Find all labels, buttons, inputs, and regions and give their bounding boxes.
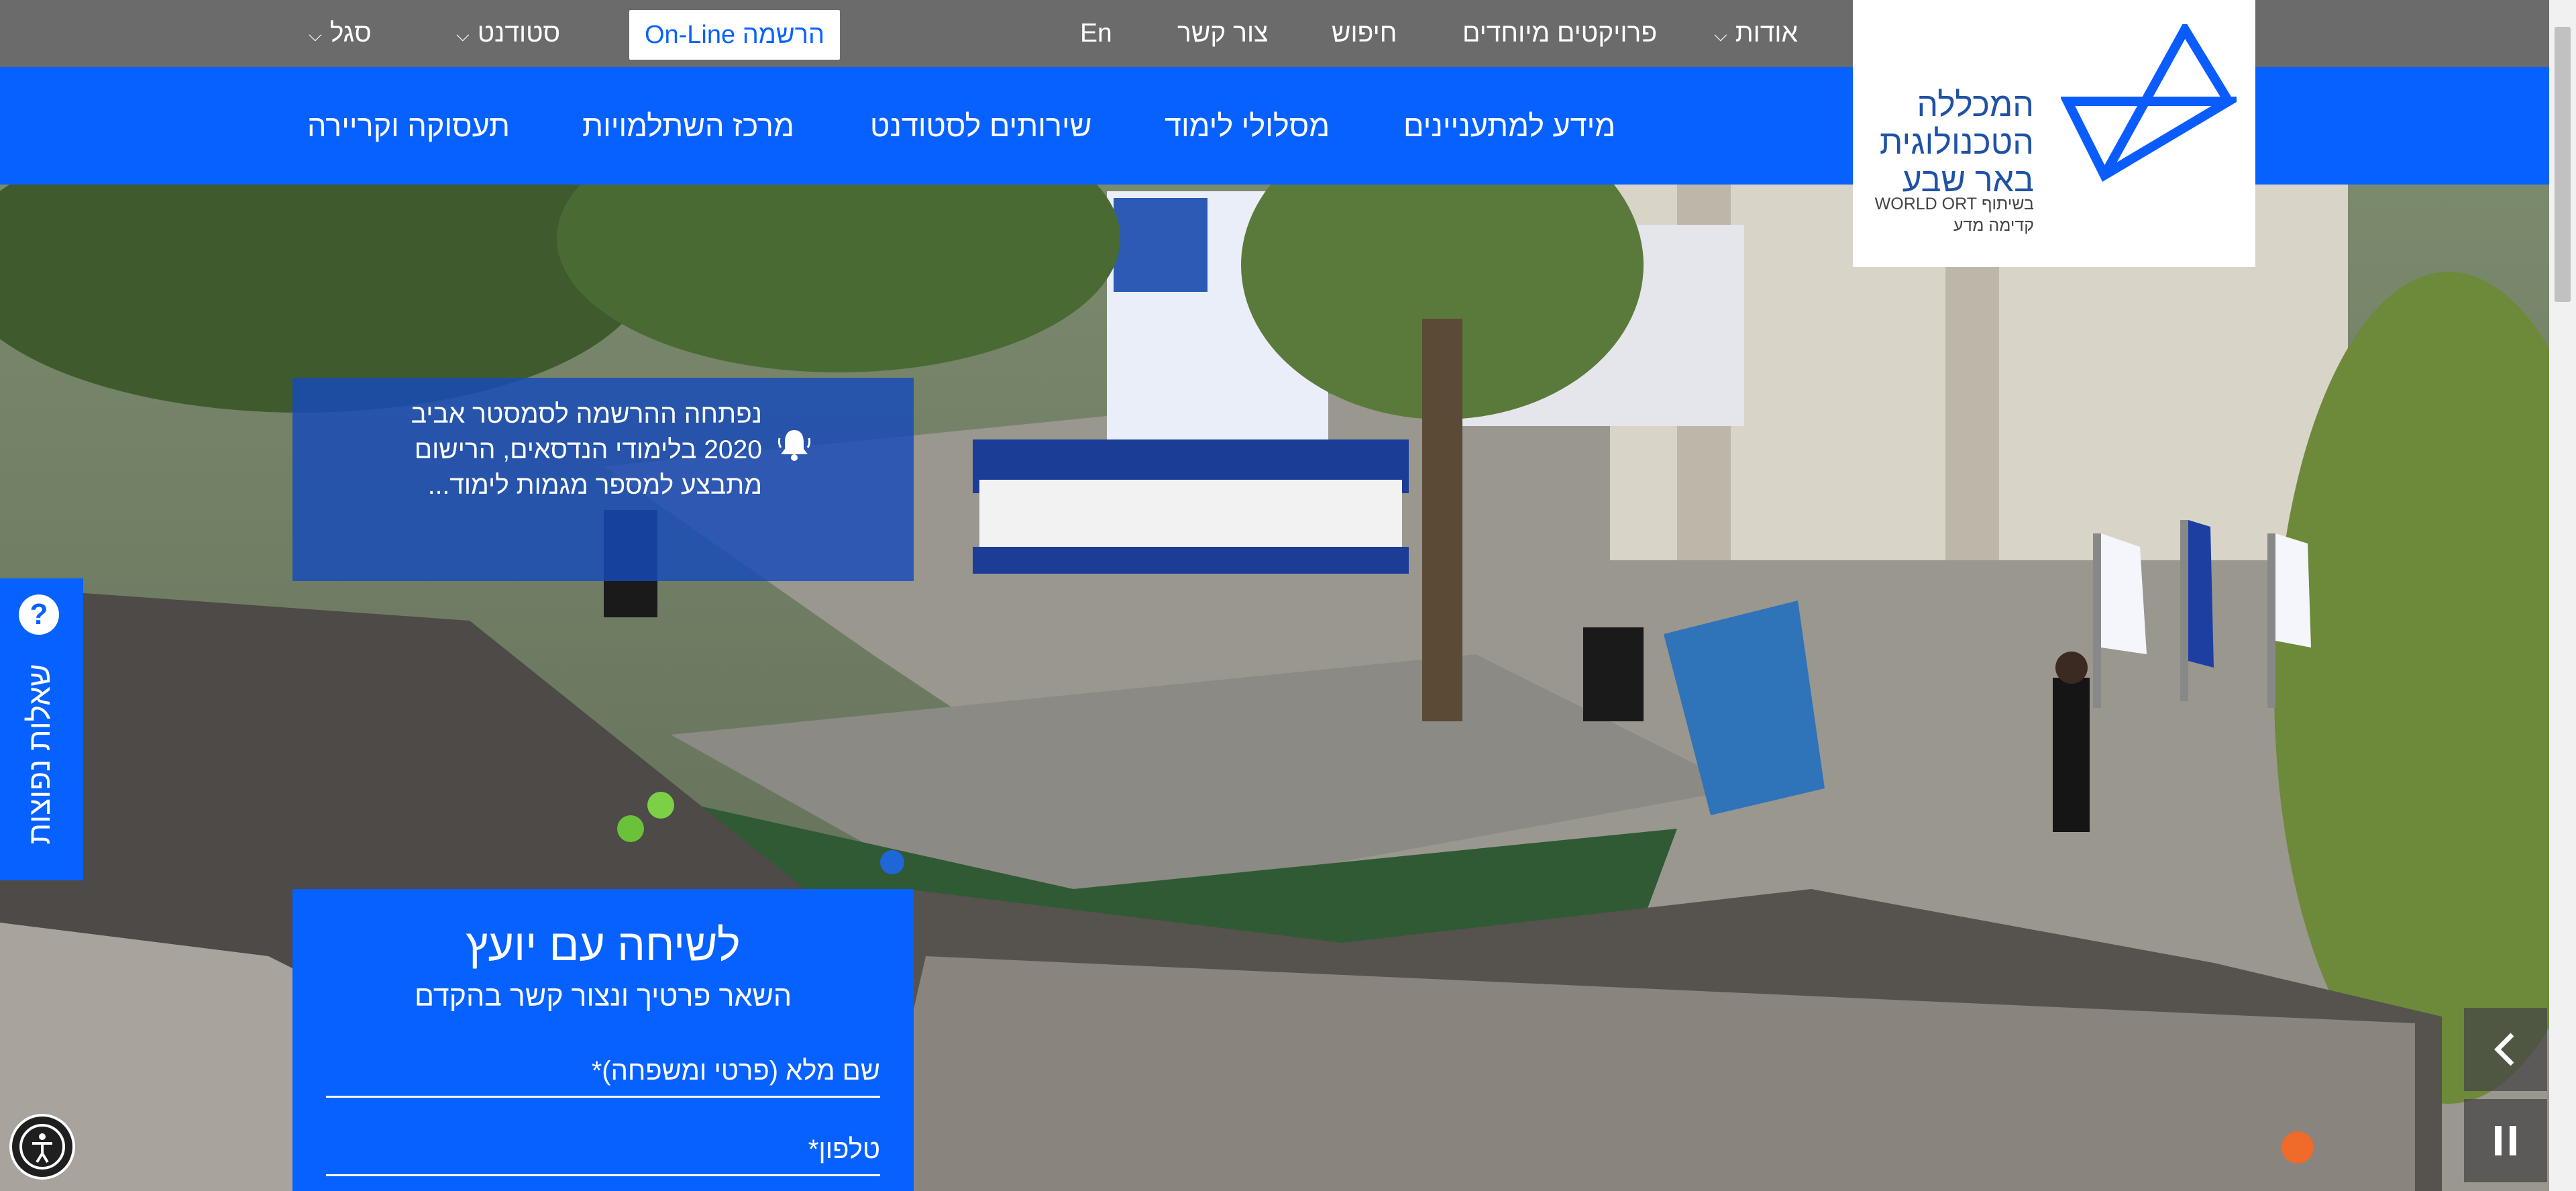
nav-study-tracks[interactable]: מסלולי לימוד <box>1165 67 1330 185</box>
accessibility-icon <box>19 1124 65 1170</box>
chevron-left-icon <box>2494 1033 2514 1066</box>
phone-field[interactable]: טלפון* <box>326 1132 880 1176</box>
topnav-student[interactable]: סטודנט ⌵ <box>456 0 560 67</box>
slider-pause-button[interactable] <box>2464 1099 2547 1182</box>
nav-training-center[interactable]: מרכז השתלמויות <box>582 67 794 185</box>
caret-down-icon: ⌵ <box>309 24 322 45</box>
announcement-box[interactable]: נפתחה ההרשמה לסמסטר אביב 2020 בלימודי הנ… <box>292 378 914 581</box>
faq-label: שאלות נפוצות <box>21 664 56 845</box>
topnav-english[interactable]: En <box>1080 0 1112 67</box>
topnav-student-label: סטודנט <box>477 19 561 48</box>
nav-prospective[interactable]: מידע למתעניינים <box>1403 67 1615 185</box>
topnav-about[interactable]: אודות ⌵ <box>1714 0 1798 67</box>
page-scrollbar[interactable] <box>2549 0 2576 1191</box>
advisor-contact-form: לשיחה עם יועץ השאר פרטיך ונצור קשר בהקדם… <box>292 889 914 1191</box>
announcement-text: נפתחה ההרשמה לסמסטר אביב 2020 בלימודי הנ… <box>411 400 762 500</box>
online-registration-button[interactable]: הרשמה On-Line <box>629 10 840 60</box>
faq-side-tab[interactable]: ? שאלות נפוצות <box>0 578 83 880</box>
logo-partner: בשיתוף WORLD ORT קדימה מדע <box>1875 193 2034 236</box>
topnav-staff[interactable]: סגל ⌵ <box>309 0 372 67</box>
form-subtitle: השאר פרטיך ונצור קשר בהקדם <box>414 980 792 1013</box>
nav-careers[interactable]: תעסוקה וקריירה <box>307 67 510 185</box>
topnav-contact[interactable]: צור קשר <box>1177 0 1268 67</box>
form-title: לשיחה עם יועץ <box>466 920 741 970</box>
question-icon: ? <box>19 594 59 635</box>
logo-partner-line1: בשיתוף WORLD ORT <box>1874 195 2034 213</box>
college-logo[interactable]: המכללה הטכנולוגית באר שבע בשיתוף WORLD O… <box>1853 0 2255 267</box>
topnav-search[interactable]: חיפוש <box>1332 0 1397 67</box>
logo-partner-line2: קדימה מדע <box>1953 216 2034 235</box>
pause-icon <box>2495 1126 2516 1155</box>
scrollbar-thumb[interactable] <box>2555 27 2571 302</box>
logo-mark-icon <box>2061 24 2237 182</box>
topnav-staff-label: סגל <box>329 19 372 48</box>
nav-student-services[interactable]: שירותים לסטודנט <box>870 67 1092 185</box>
logo-name-line2: הטכנולוגית <box>1879 123 2034 161</box>
caret-down-icon: ⌵ <box>1714 24 1727 45</box>
full-name-field[interactable]: שם מלא (פרטי ומשפחה)* <box>326 1053 880 1098</box>
logo-name-line1: המכללה <box>1917 86 2034 123</box>
logo-college-name: המכללה הטכנולוגית באר שבע <box>1880 86 2034 199</box>
topnav-about-label: אודות <box>1735 19 1799 48</box>
topnav-special-projects[interactable]: פרויקטים מיוחדים <box>1462 0 1657 67</box>
accessibility-button[interactable] <box>9 1114 75 1180</box>
bell-icon <box>777 430 811 461</box>
caret-down-icon: ⌵ <box>456 24 470 45</box>
slider-prev-button[interactable] <box>2464 1008 2547 1091</box>
